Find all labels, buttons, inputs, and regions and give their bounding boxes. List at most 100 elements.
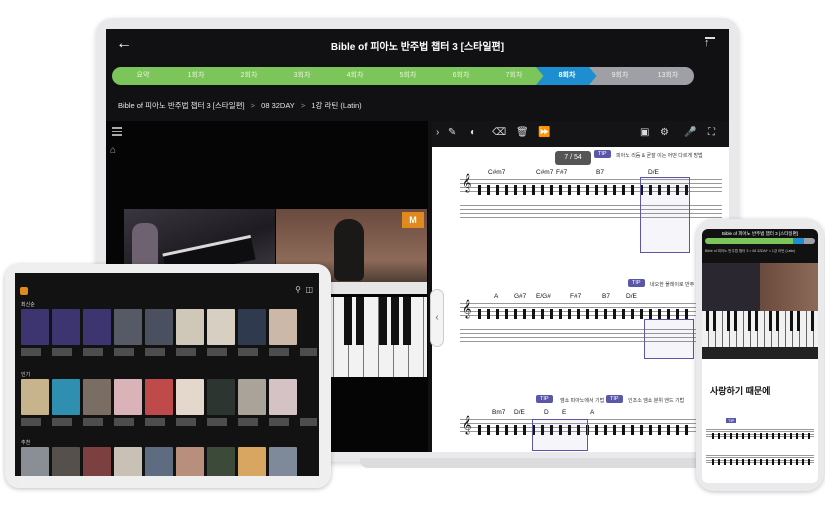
step-5[interactable]: 5회차 [377, 67, 439, 85]
sheet-card[interactable] [83, 379, 111, 415]
step-13[interactable]: 13회차 [642, 67, 694, 85]
home-icon[interactable]: ⌂ [110, 145, 116, 156]
chord-label: E [562, 409, 567, 416]
chord-label: C#m7 [536, 169, 554, 176]
step-8[interactable]: 8회차 [536, 67, 598, 85]
settings-icon[interactable]: ⚙ [660, 127, 669, 138]
phone-playback-bar[interactable] [702, 347, 818, 359]
step-1[interactable]: 1회차 [165, 67, 227, 85]
tip-badge: TIP [628, 279, 645, 287]
save-icon[interactable]: ▣ [640, 127, 649, 138]
eraser-icon[interactable]: ⌫ [492, 127, 506, 138]
sheet-card[interactable] [21, 379, 49, 415]
lyric-title: 사랑하기 때문에 [710, 386, 771, 396]
section-title: 최신순 [21, 302, 35, 308]
tip-badge: TIP [594, 150, 611, 158]
breadcrumb: Bible of 피아노 반주법 챕터 3 [스타일편] > 08 32DAY … [118, 100, 366, 111]
breadcrumb-separator: > [250, 101, 256, 110]
step-3[interactable]: 3회차 [271, 67, 333, 85]
channel-logo: M [402, 212, 424, 228]
app-logo [20, 287, 28, 295]
phone-tip-badge: TIP [726, 418, 737, 423]
phone-keyboard-view [702, 311, 818, 347]
tip-text: 피아노 리듬 & 곧잘 이는 어떤 다르게 방법 [616, 153, 703, 159]
chevron-right-icon[interactable]: › [436, 127, 439, 138]
course-card[interactable] [176, 309, 204, 345]
notes [478, 309, 688, 319]
step-summary[interactable]: 요약 [112, 67, 174, 85]
course-card[interactable] [238, 309, 266, 345]
fullscreen-icon[interactable]: ⛶ [708, 127, 715, 138]
course-captions [21, 348, 317, 356]
recommend-card[interactable] [269, 447, 297, 476]
highlight-box [644, 319, 694, 359]
mic-icon[interactable]: 🎤 [684, 127, 696, 138]
recommend-card[interactable] [176, 447, 204, 476]
breadcrumb-course[interactable]: Bible of 피아노 반주법 챕터 3 [스타일편] [118, 101, 245, 110]
search-icon[interactable]: ⚲ [295, 285, 301, 294]
recommend-row [21, 447, 297, 476]
chord-label: D/E [648, 169, 659, 176]
chord-label: E/G# [536, 293, 551, 300]
phone-breadcrumb: Bible of 피아노 반주법 챕터 3 > 08 32DAY > 1강 라틴… [705, 249, 796, 253]
breadcrumb-lesson: 1강 라틴 (Latin) [311, 101, 362, 110]
recommend-card[interactable] [83, 447, 111, 476]
section-title: 추천 [21, 440, 31, 446]
export-icon[interactable] [704, 37, 715, 51]
chevron-left-icon[interactable]: ‹ [430, 289, 444, 347]
recommend-card[interactable] [21, 447, 49, 476]
pen-icon[interactable]: ✎ [448, 127, 456, 138]
chord-label: D/E [626, 293, 637, 300]
chord-label: F#7 [556, 169, 568, 176]
palette-icon[interactable]: ◐ [470, 127, 476, 138]
recommend-card[interactable] [114, 447, 142, 476]
tip-badge: TIP [536, 395, 553, 403]
step-7[interactable]: 7회차 [483, 67, 545, 85]
recommend-card[interactable] [207, 447, 235, 476]
phone-top-bar: Bible of 피아노 반주법 챕터 3 [스타일편] Bible of 피아… [702, 229, 818, 263]
recommend-card[interactable] [145, 447, 173, 476]
phone-video[interactable] [702, 263, 818, 311]
course-card[interactable] [114, 309, 142, 345]
chord-label: D/E [514, 409, 525, 416]
chord-label: G#7 [514, 293, 527, 300]
phone-notes [712, 433, 812, 439]
skip-icon[interactable]: ⏩ [538, 127, 550, 138]
top-bar: ← Bible of 피아노 반주법 챕터 3 [스타일편] [106, 29, 729, 61]
recommend-card[interactable] [238, 447, 266, 476]
course-card[interactable] [145, 309, 173, 345]
breadcrumb-day[interactable]: 08 32DAY [261, 101, 295, 110]
course-card[interactable] [269, 309, 297, 345]
step-4[interactable]: 4회차 [324, 67, 386, 85]
sheet-card[interactable] [145, 379, 173, 415]
highlight-box [640, 177, 690, 253]
course-card[interactable] [52, 309, 80, 345]
step-6[interactable]: 6회차 [430, 67, 492, 85]
page-indicator: 7 / 54 [555, 151, 591, 165]
phone-progress-steps[interactable] [705, 238, 815, 244]
chord-label: B7 [602, 293, 610, 300]
trash-icon[interactable]: 🗑 [516, 127, 529, 138]
sheet-card[interactable] [114, 379, 142, 415]
sheet-card[interactable] [52, 379, 80, 415]
chord-label: A [494, 293, 499, 300]
sheet-card[interactable] [269, 379, 297, 415]
chord-label: B7 [596, 169, 604, 176]
course-card[interactable] [83, 309, 111, 345]
phone-notes [712, 459, 812, 465]
chord-label: F#7 [570, 293, 582, 300]
sheet-captions [21, 418, 317, 426]
course-title: Bible of 피아노 반주법 챕터 3 [스타일편] [330, 42, 505, 53]
tablet-screen: ⚲ ◫ 최신순 인기 추천 [15, 273, 319, 476]
tip-text: 인조소 엠쇼 분위 엔드 기법 [628, 398, 685, 404]
list-icon[interactable] [112, 127, 122, 138]
cart-icon[interactable]: ◫ [305, 285, 313, 294]
step-2[interactable]: 2회차 [218, 67, 280, 85]
course-card[interactable] [21, 309, 49, 345]
recommend-card[interactable] [52, 447, 80, 476]
sheet-card[interactable] [238, 379, 266, 415]
course-card[interactable] [207, 309, 235, 345]
sheet-card[interactable] [176, 379, 204, 415]
sheet-card[interactable] [207, 379, 235, 415]
tip-badge: TIP [606, 395, 623, 403]
